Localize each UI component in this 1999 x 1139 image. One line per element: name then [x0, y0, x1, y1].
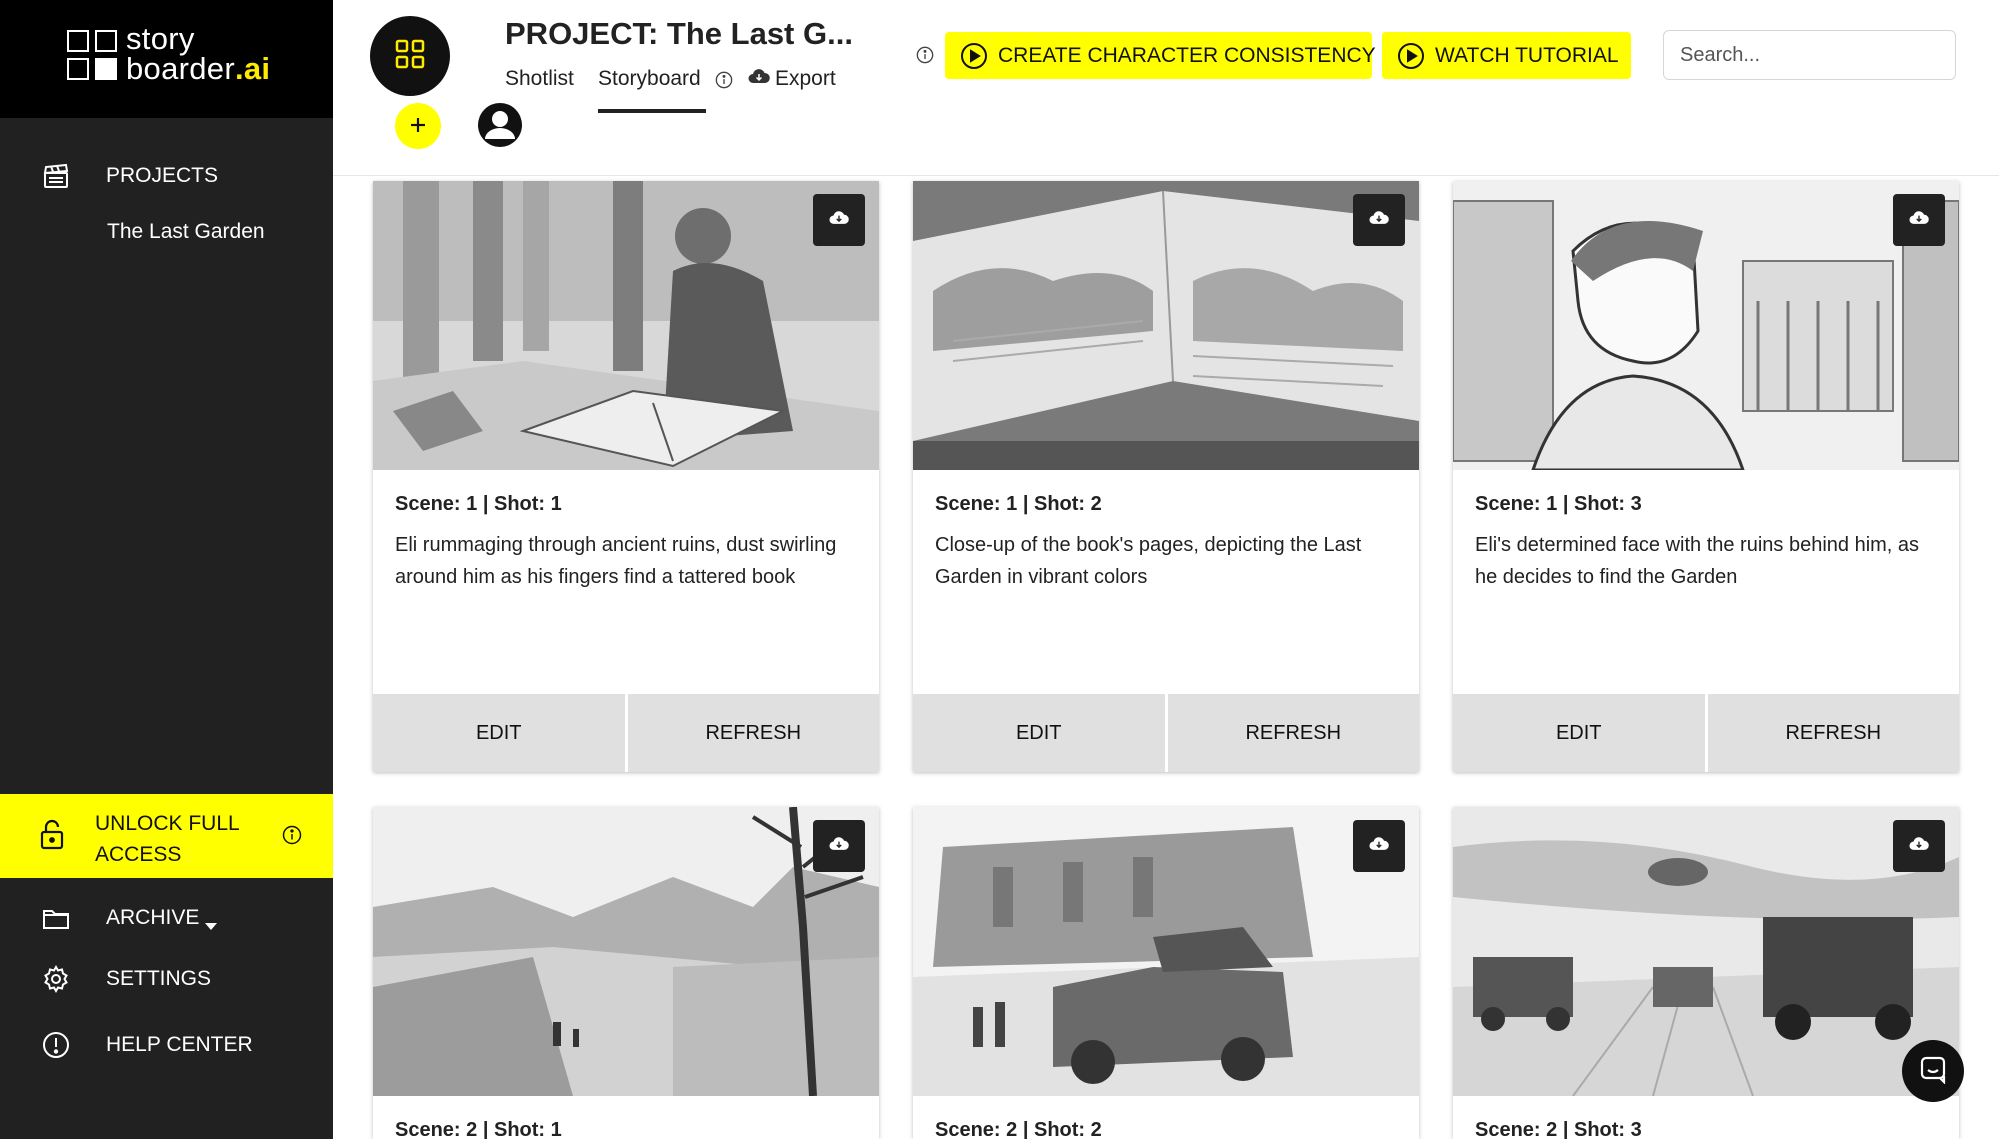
unlock-label: UNLOCK FULL ACCESS: [95, 812, 239, 866]
edit-button[interactable]: EDIT: [373, 694, 628, 772]
download-button[interactable]: [1893, 194, 1945, 246]
shot-card: Scene: 1 | Shot: 1 Eli rummaging through…: [373, 181, 879, 772]
shot-card: Scene: 1 | Shot: 3 Eli's determined face…: [1453, 181, 1959, 772]
caret-down-icon: [205, 913, 217, 937]
chat-icon: [1918, 1054, 1948, 1089]
active-tab-indicator: [598, 109, 706, 113]
tab-export[interactable]: Export: [775, 67, 836, 91]
cloud-icon: [748, 68, 770, 89]
card-actions: EDIT REFRESH: [913, 694, 1419, 772]
sidebar-item-projects[interactable]: PROJECTS: [0, 150, 333, 202]
shot-image[interactable]: [1453, 807, 1959, 1096]
shot-card: Scene: 1 | Shot: 2 Close-up of the book'…: [913, 181, 1419, 772]
sidebar-item-label: PROJECTS: [106, 164, 219, 187]
download-button[interactable]: [1353, 820, 1405, 872]
button-label: CREATE CHARACTER CONSISTENCY: [998, 43, 1376, 67]
shot-card: Scene: 2 | Shot: 2: [913, 807, 1419, 1139]
shot-label: Scene: 1 | Shot: 2: [935, 493, 1102, 515]
gear-icon: [40, 963, 72, 995]
folder-icon: [40, 902, 72, 934]
page-title: PROJECT: The Last G...: [505, 16, 853, 51]
cloud-download-icon: [829, 836, 849, 856]
download-button[interactable]: [1893, 820, 1945, 872]
info-icon[interactable]: [916, 46, 934, 69]
download-button[interactable]: [1353, 194, 1405, 246]
shot-description: Eli's determined face with the ruins beh…: [1475, 534, 1920, 588]
add-project-button[interactable]: [395, 103, 441, 149]
play-circle-icon: [960, 42, 998, 70]
info-icon[interactable]: [282, 825, 302, 850]
sidebar-item-label: HELP CENTER: [106, 1033, 253, 1056]
info-icon[interactable]: [715, 71, 733, 94]
cloud-download-icon: [829, 210, 849, 230]
logo-mark: [67, 30, 119, 82]
watch-tutorial-button[interactable]: WATCH TUTORIAL: [1382, 32, 1631, 79]
plus-icon: [408, 109, 428, 143]
project-grid-button[interactable]: [370, 16, 450, 96]
sidebar-item-archive[interactable]: ARCHIVE: [0, 892, 333, 944]
chat-button[interactable]: [1902, 1040, 1964, 1102]
user-avatar-icon[interactable]: [477, 102, 523, 148]
sidebar-item-settings[interactable]: SETTINGS: [0, 953, 333, 1005]
shot-image[interactable]: [1453, 181, 1959, 470]
sidebar-project-link[interactable]: The Last Garden: [107, 220, 265, 244]
logo[interactable]: story boarder.ai: [0, 0, 333, 118]
sidebar-item-label: ARCHIVE: [106, 906, 200, 929]
refresh-button[interactable]: REFRESH: [628, 694, 880, 772]
button-label: WATCH TUTORIAL: [1435, 43, 1619, 67]
lock-icon: [38, 818, 66, 855]
logo-text: story boarder.ai: [126, 21, 271, 86]
shot-description: Eli rummaging through ancient ruins, dus…: [395, 534, 837, 588]
download-button[interactable]: [813, 194, 865, 246]
refresh-button[interactable]: REFRESH: [1708, 694, 1960, 772]
tab-storyboard[interactable]: Storyboard: [598, 67, 701, 91]
shot-description: Close-up of the book's pages, depicting …: [935, 534, 1362, 588]
shot-label: Scene: 1 | Shot: 1: [395, 493, 562, 515]
shot-image[interactable]: [373, 181, 879, 470]
cloud-download-icon: [1909, 836, 1929, 856]
sidebar-item-help-center[interactable]: HELP CENTER: [0, 1019, 333, 1071]
shot-card: Scene: 2 | Shot: 3: [1453, 807, 1959, 1139]
shot-card: Scene: 2 | Shot: 1: [373, 807, 879, 1139]
cloud-download-icon: [1369, 836, 1389, 856]
cloud-download-icon: [1909, 210, 1929, 230]
cloud-download-icon: [1369, 210, 1389, 230]
shot-label: Scene: 2 | Shot: 2: [935, 1119, 1102, 1139]
alert-circle-icon: [40, 1029, 72, 1061]
edit-button[interactable]: EDIT: [913, 694, 1168, 772]
refresh-button[interactable]: REFRESH: [1168, 694, 1420, 772]
download-button[interactable]: [813, 820, 865, 872]
unlock-full-access-button[interactable]: UNLOCK FULL ACCESS: [0, 794, 333, 878]
create-character-consistency-button[interactable]: CREATE CHARACTER CONSISTENCY: [945, 32, 1376, 79]
card-actions: EDIT REFRESH: [373, 694, 879, 772]
shot-image[interactable]: [373, 807, 879, 1096]
shot-image[interactable]: [913, 181, 1419, 470]
sidebar: story boarder.ai PROJECTS The Last Garde…: [0, 0, 333, 1139]
clapperboard-icon: [40, 160, 72, 192]
grid-icon: [395, 39, 425, 74]
search-input[interactable]: [1663, 30, 1956, 80]
shot-label: Scene: 1 | Shot: 3: [1475, 493, 1642, 515]
play-circle-icon: [1397, 42, 1435, 70]
edit-button[interactable]: EDIT: [1453, 694, 1708, 772]
tab-shotlist[interactable]: Shotlist: [505, 67, 574, 91]
card-actions: EDIT REFRESH: [1453, 694, 1959, 772]
sidebar-item-label: SETTINGS: [106, 967, 212, 990]
shot-image[interactable]: [913, 807, 1419, 1096]
shot-label: Scene: 2 | Shot: 1: [395, 1119, 562, 1139]
shot-label: Scene: 2 | Shot: 3: [1475, 1119, 1642, 1139]
